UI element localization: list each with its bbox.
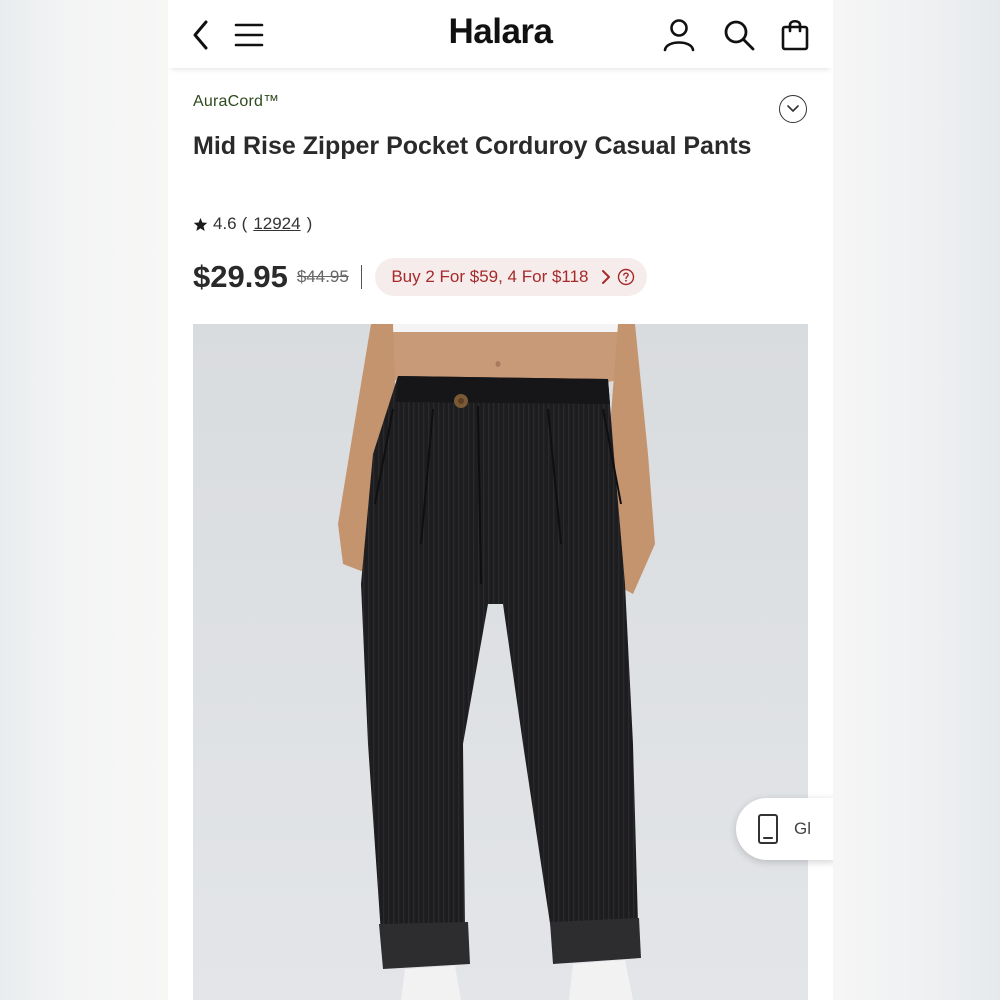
brand-name[interactable]: AuraCord™ <box>193 93 279 111</box>
background-left <box>0 0 168 1000</box>
bundle-promo-button[interactable]: Buy 2 For $59, 4 For $118 <box>375 258 647 296</box>
product-page: Halara AuraCord™ Mid Rise Zipper Pocket … <box>168 0 833 1000</box>
top-nav-bar: Halara <box>168 0 833 68</box>
chevron-right-icon <box>601 269 611 285</box>
rating-close-paren: ) <box>306 214 313 233</box>
price-row: $29.95 $44.95 Buy 2 For $59, 4 For $118 <box>193 256 647 298</box>
background-right <box>833 0 1000 1000</box>
rating-open-paren: ( <box>241 214 248 233</box>
promo-text: Buy 2 For $59, 4 For $118 <box>391 267 589 286</box>
review-count-link[interactable]: 12924 <box>253 214 300 234</box>
floating-action-button[interactable]: Gl <box>736 798 833 860</box>
search-icon[interactable] <box>722 18 756 57</box>
original-price: $44.95 <box>296 267 349 286</box>
price-divider <box>360 265 363 289</box>
user-icon[interactable] <box>662 18 696 57</box>
chevron-down-icon <box>787 100 799 118</box>
phone-device-icon <box>756 813 780 845</box>
expand-toggle-button[interactable] <box>779 95 807 123</box>
star-icon <box>193 217 208 232</box>
product-title: Mid Rise Zipper Pocket Corduroy Casual P… <box>193 132 752 160</box>
question-circle-icon[interactable] <box>617 268 635 286</box>
sale-price: $29.95 <box>193 259 288 294</box>
floating-button-label: Gl <box>794 819 811 838</box>
product-image[interactable] <box>193 324 808 1000</box>
shopping-bag-icon[interactable] <box>780 18 810 57</box>
rating-row: 4.6 ( 12924 ) <box>193 214 312 234</box>
rating-value: 4.6 <box>213 214 237 233</box>
